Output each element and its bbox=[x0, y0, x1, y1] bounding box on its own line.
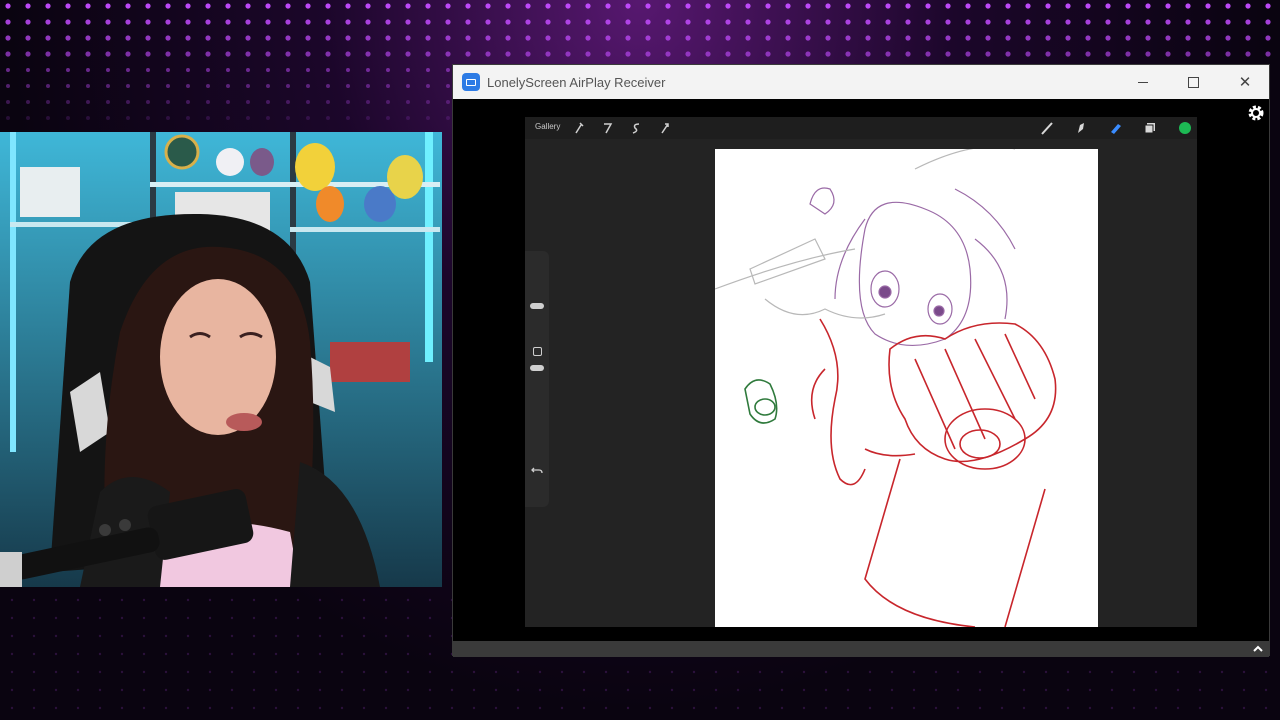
transform-icon[interactable] bbox=[659, 121, 671, 135]
color-icon[interactable] bbox=[1177, 120, 1193, 136]
sketch-drawing bbox=[714, 145, 1057, 627]
close-icon: ✕ bbox=[1238, 73, 1252, 91]
undo-icon[interactable] bbox=[530, 463, 544, 477]
webcam-image bbox=[0, 132, 442, 587]
eraser-icon[interactable] bbox=[1108, 120, 1124, 136]
selection-icon[interactable] bbox=[630, 121, 642, 135]
mirrored-screen: Gallery bbox=[453, 99, 1269, 641]
maximize-icon bbox=[1187, 76, 1199, 88]
wrench-icon[interactable] bbox=[573, 121, 585, 135]
window-title: LonelyScreen AirPlay Receiver bbox=[487, 74, 666, 90]
webcam-feed bbox=[0, 132, 442, 587]
brush-icon[interactable] bbox=[1039, 120, 1055, 136]
horizontal-scrollbar[interactable] bbox=[453, 641, 1269, 657]
minimize-button[interactable] bbox=[1117, 65, 1169, 99]
procreate-app: Gallery bbox=[525, 117, 1197, 627]
chevron-up-icon[interactable] bbox=[1251, 642, 1265, 656]
magic-wand-icon[interactable] bbox=[602, 121, 614, 135]
gear-icon[interactable] bbox=[1246, 103, 1266, 123]
window-titlebar[interactable]: LonelyScreen AirPlay Receiver ✕ bbox=[453, 65, 1269, 99]
procreate-toolbar: Gallery bbox=[525, 117, 1197, 139]
size-slider-handle[interactable] bbox=[530, 303, 544, 309]
modify-button[interactable] bbox=[533, 347, 542, 356]
brush-size-slider[interactable] bbox=[525, 251, 549, 507]
close-button[interactable]: ✕ bbox=[1219, 65, 1271, 99]
layers-icon[interactable] bbox=[1142, 120, 1158, 136]
smudge-icon[interactable] bbox=[1073, 120, 1089, 136]
opacity-slider-handle[interactable] bbox=[530, 365, 544, 371]
drawing-canvas[interactable] bbox=[714, 145, 1098, 627]
maximize-button[interactable] bbox=[1167, 65, 1219, 99]
minimize-icon bbox=[1138, 81, 1148, 83]
app-icon bbox=[462, 73, 480, 91]
airplay-receiver-window: LonelyScreen AirPlay Receiver ✕ Gallery bbox=[452, 64, 1270, 657]
gallery-button[interactable]: Gallery bbox=[535, 122, 560, 131]
